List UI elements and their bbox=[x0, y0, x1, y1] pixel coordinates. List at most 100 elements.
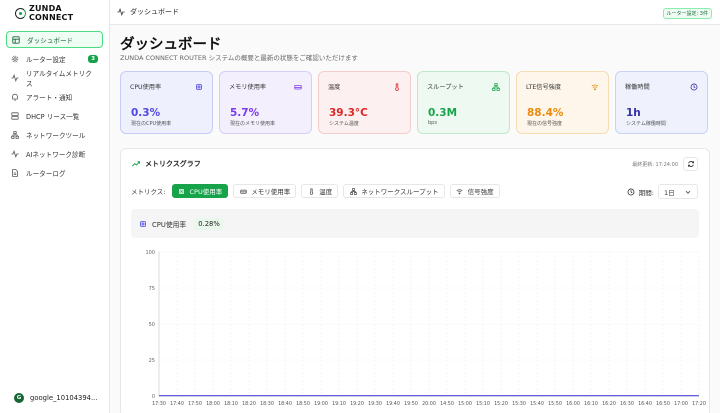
card-label: 温度 bbox=[328, 84, 341, 91]
x-tick-label: 17:30 bbox=[152, 401, 166, 407]
x-tick-label: 18:10 bbox=[224, 401, 238, 407]
last-update-text: 最終更新: 17:24:00 bbox=[632, 162, 678, 168]
card-value: 5.7% bbox=[230, 107, 260, 119]
metric-button-label: メモリ使用率 bbox=[251, 188, 291, 196]
stat-card-lte-signal: LTE信号強度 88.4% 現在の信号強度 bbox=[516, 71, 609, 134]
current-metric-label: CPU使用率 bbox=[152, 220, 187, 229]
y-tick-label: 0 bbox=[152, 394, 155, 400]
wifi-icon bbox=[591, 83, 599, 91]
period-label: 期間: bbox=[638, 188, 654, 197]
x-tick-label: 16:30 bbox=[620, 401, 634, 407]
card-value: 39.3°C bbox=[329, 107, 368, 119]
x-tick-label: 15:00 bbox=[458, 401, 472, 407]
sidebar-item-label: ネットワークツール bbox=[26, 131, 86, 140]
sidebar-item-label: AIネットワーク診断 bbox=[26, 150, 86, 159]
current-metric-value: 0.28% bbox=[194, 217, 224, 230]
y-tick-label: 100 bbox=[145, 250, 155, 256]
gear-icon bbox=[11, 55, 19, 63]
user-name: google_10104394... bbox=[30, 394, 98, 402]
stat-card-memory: メモリ使用率 5.7% 現在のメモリ使用率 bbox=[219, 71, 312, 134]
x-tick-label: 18:50 bbox=[296, 401, 310, 407]
network-icon bbox=[349, 187, 357, 195]
thermometer-icon bbox=[393, 83, 401, 91]
top-bar: ダッシュボード ルーター設定: 3件 bbox=[110, 0, 720, 25]
sidebar-item-ai-diagnosis[interactable]: AIネットワーク診断 bbox=[6, 145, 103, 162]
page-subtitle: ZUNDA CONNECT ROUTER システムの概要と最新の状態をご確認いた… bbox=[120, 54, 358, 62]
metric-button-throughput[interactable]: ネットワークスループット bbox=[343, 184, 445, 198]
period-select[interactable]: 1日 bbox=[658, 184, 698, 199]
chevron-down-icon bbox=[684, 188, 692, 196]
activity-icon bbox=[117, 8, 125, 16]
sidebar-item-label: アラート・通知 bbox=[26, 93, 73, 102]
x-tick-label: 15:10 bbox=[476, 401, 490, 407]
x-tick-label: 15:20 bbox=[494, 401, 508, 407]
page-title: ダッシュボード bbox=[120, 37, 222, 53]
refresh-button[interactable] bbox=[683, 157, 698, 171]
app-logo[interactable]: ZUNDA CONNECT bbox=[15, 4, 109, 22]
x-tick-label: 16:50 bbox=[656, 401, 670, 407]
avatar: G bbox=[14, 393, 24, 403]
period-selector: 期間: 1日 bbox=[627, 184, 698, 199]
card-label: LTE信号強度 bbox=[526, 84, 562, 91]
sidebar-item-alerts[interactable]: アラート・通知 bbox=[6, 88, 103, 105]
thermometer-icon bbox=[307, 187, 315, 195]
clock-icon bbox=[690, 83, 698, 91]
x-tick-label: 18:00 bbox=[206, 401, 220, 407]
logo-icon bbox=[15, 7, 26, 19]
metric-button-cpu[interactable]: CPU使用率 bbox=[171, 184, 229, 198]
card-value: 0.3M bbox=[428, 107, 458, 119]
file-icon bbox=[11, 168, 19, 177]
x-tick-label: 16:20 bbox=[602, 401, 616, 407]
sidebar-item-network-tools[interactable]: ネットワークツール bbox=[6, 126, 103, 143]
stat-card-cpu: CPU使用率 0.3% 現在のCPU使用率 bbox=[120, 71, 213, 134]
status-badge[interactable]: ルーター設定: 3件 bbox=[662, 8, 712, 19]
x-tick-label: 14:50 bbox=[440, 401, 454, 407]
x-tick-label: 18:30 bbox=[260, 401, 274, 407]
sidebar-item-dashboard[interactable]: ダッシュボード bbox=[6, 31, 103, 48]
x-tick-label: 16:40 bbox=[638, 401, 652, 407]
activity-icon bbox=[11, 149, 19, 158]
network-icon bbox=[492, 83, 500, 91]
sidebar-item-label: DHCP リース一覧 bbox=[26, 112, 80, 121]
metric-button-signal[interactable]: 信号強度 bbox=[449, 184, 500, 198]
card-value: 0.3% bbox=[131, 107, 161, 119]
memory-icon bbox=[294, 83, 302, 91]
network-icon bbox=[11, 130, 19, 139]
x-tick-label: 16:10 bbox=[584, 401, 598, 407]
metrics-panel: メトリクスグラフ 最終更新: 17:24:00 メトリクス: CPU使用率 メモ… bbox=[120, 148, 710, 413]
metric-button-label: 温度 bbox=[319, 188, 333, 196]
panel-title-text: メトリクスグラフ bbox=[145, 160, 201, 168]
card-description: 現在のCPU使用率 bbox=[131, 121, 172, 127]
clock-icon bbox=[627, 188, 635, 196]
memory-icon bbox=[239, 187, 247, 195]
x-tick-label: 18:40 bbox=[278, 401, 292, 407]
activity-icon bbox=[11, 73, 19, 82]
cpu-icon bbox=[195, 83, 203, 91]
sidebar-item-realtime-metrics[interactable]: リアルタイムメトリクス bbox=[6, 69, 103, 88]
x-tick-label: 19:10 bbox=[332, 401, 346, 407]
sidebar-item-dhcp-leases[interactable]: DHCP リース一覧 bbox=[6, 107, 103, 124]
metrics-chart: 0 25 50 75 100 17:30 17:40 17:50 18:00 18:10 18:20… bbox=[145, 250, 705, 407]
bell-icon bbox=[11, 93, 19, 101]
sidebar-item-router-settings[interactable]: ルーター設定 3 bbox=[6, 50, 103, 67]
sidebar-item-label: リアルタイムメトリクス bbox=[26, 69, 92, 88]
stat-card-temperature: 温度 39.3°C システム温度 bbox=[318, 71, 411, 134]
logo-text: ZUNDA CONNECT bbox=[28, 4, 74, 22]
card-value: 1h bbox=[626, 107, 641, 119]
user-menu[interactable]: G google_10104394... bbox=[14, 393, 98, 403]
breadcrumb: ダッシュボード bbox=[130, 8, 179, 16]
refresh-icon bbox=[687, 160, 695, 168]
stat-card-throughput: スループット 0.3M bps bbox=[417, 71, 510, 134]
x-tick-label: 20:00 bbox=[422, 401, 436, 407]
panel-title: メトリクスグラフ bbox=[132, 159, 201, 169]
metric-button-label: CPU使用率 bbox=[189, 188, 223, 196]
metric-button-temperature[interactable]: 温度 bbox=[301, 184, 339, 198]
card-description: システム稼働時間 bbox=[626, 121, 666, 127]
metrics-label: メトリクス: bbox=[131, 188, 166, 196]
card-label: メモリ使用率 bbox=[229, 84, 267, 91]
x-tick-label: 15:40 bbox=[530, 401, 544, 407]
x-tick-label: 19:00 bbox=[314, 401, 328, 407]
sidebar-item-label: ルーターログ bbox=[26, 169, 66, 178]
metric-button-memory[interactable]: メモリ使用率 bbox=[233, 184, 297, 198]
sidebar-item-router-logs[interactable]: ルーターログ bbox=[6, 164, 103, 181]
